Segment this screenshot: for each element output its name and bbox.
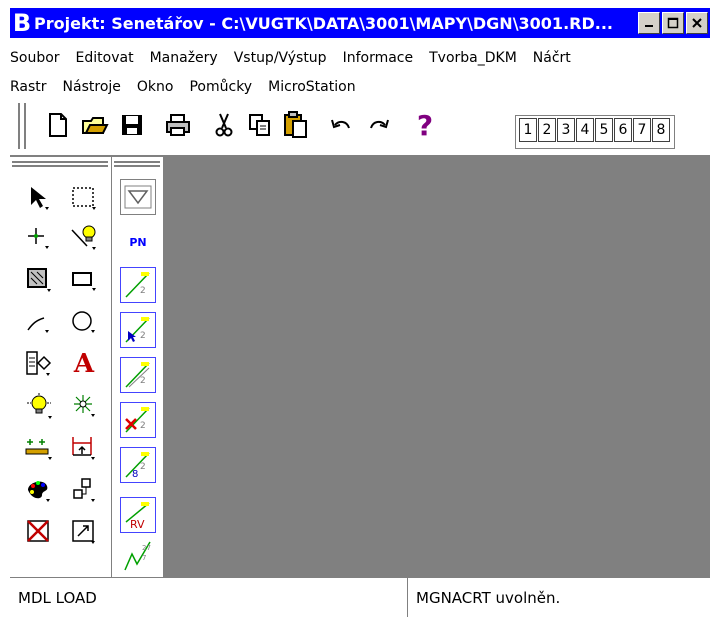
dimension-icon[interactable]	[20, 429, 58, 467]
attributes-palette-icon[interactable]	[20, 471, 58, 509]
new-file-icon[interactable]	[40, 107, 76, 143]
dkm-tool-palette: PN 2 2 2 2 82 RV 27 7	[112, 157, 162, 577]
close-button[interactable]	[686, 12, 708, 34]
menu-pomucky[interactable]: Pomůcky	[189, 79, 252, 95]
open-folder-icon[interactable]	[77, 107, 113, 143]
view-2-button[interactable]: 2	[538, 118, 556, 142]
arc-icon[interactable]	[20, 303, 58, 341]
maximize-button[interactable]	[662, 12, 684, 34]
dkm-line-select-icon[interactable]: 2	[120, 312, 156, 348]
dkm-line-outline-icon[interactable]: 2	[120, 357, 156, 393]
rv-label: RV	[130, 518, 145, 530]
manipulate-icon[interactable]	[65, 387, 103, 425]
place-point-icon[interactable]	[20, 219, 58, 257]
view-6-button[interactable]: 6	[614, 118, 632, 142]
copy-icon[interactable]	[242, 107, 278, 143]
dkm-polyline-icon[interactable]: 27 7	[120, 537, 156, 573]
menu-rastr[interactable]: Rastr	[10, 79, 47, 95]
help-icon[interactable]: ?	[407, 107, 443, 143]
menu-nastroje[interactable]: Nástroje	[63, 79, 121, 95]
cell-icon[interactable]	[20, 345, 58, 383]
view-3-button[interactable]: 3	[557, 118, 575, 142]
view-4-button[interactable]: 4	[576, 118, 594, 142]
dkm-rv-icon[interactable]: RV	[120, 497, 156, 533]
drawing-view[interactable]	[163, 157, 710, 577]
delete-element-icon[interactable]	[20, 513, 58, 551]
app-logo-icon: B	[12, 9, 32, 37]
svg-text:2: 2	[140, 286, 146, 296]
maximize-icon	[667, 17, 679, 29]
standard-toolbar: ? 1 2 3 4 5 6 7 8	[10, 95, 710, 157]
window-title: Projekt: Senetářov - C:\VUGTK\DATA\3001\…	[34, 13, 613, 33]
svg-text:2: 2	[140, 462, 146, 472]
print-icon[interactable]	[160, 107, 196, 143]
view-fit-icon[interactable]	[65, 513, 103, 551]
view-1-button[interactable]: 1	[519, 118, 537, 142]
palette-grip[interactable]	[114, 161, 160, 163]
menu-bar-row-1: Soubor Editovat Manažery Vstup/Výstup In…	[10, 44, 587, 72]
menu-okno[interactable]: Okno	[137, 79, 174, 95]
menu-tvorba-dkm[interactable]: Tvorba_DKM	[429, 50, 517, 66]
shape-fill-icon[interactable]	[20, 261, 58, 299]
menu-soubor[interactable]: Soubor	[10, 50, 60, 66]
palette-grip-line	[114, 165, 160, 167]
svg-text:8: 8	[132, 469, 138, 480]
minimize-button[interactable]	[638, 12, 660, 34]
bulb-measure-icon[interactable]	[20, 387, 58, 425]
menu-editovat[interactable]: Editovat	[76, 50, 134, 66]
pn-label[interactable]: PN	[120, 227, 156, 257]
title-bar: B Projekt: Senetářov - C:\VUGTK\DATA\300…	[10, 8, 710, 38]
fence-icon[interactable]	[65, 179, 103, 217]
view-8-button[interactable]: 8	[652, 118, 670, 142]
measure-distance-icon[interactable]	[65, 429, 103, 467]
menu-vstup-vystup[interactable]: Vstup/Výstup	[234, 50, 327, 66]
text-icon[interactable]: A	[65, 345, 103, 383]
view-buttons: 1 2 3 4 5 6 7 8	[515, 115, 675, 149]
select-element-icon[interactable]	[20, 179, 58, 217]
svg-text:7: 7	[142, 554, 146, 562]
redo-icon[interactable]	[360, 107, 396, 143]
circle-icon[interactable]	[65, 303, 103, 341]
save-icon[interactable]	[114, 107, 150, 143]
status-bar: MDL LOAD MGNACRT uvolněn.	[10, 577, 710, 617]
svg-text:2: 2	[140, 376, 146, 386]
cut-icon[interactable]	[206, 107, 242, 143]
minimize-icon	[645, 25, 653, 27]
view-5-button[interactable]: 5	[595, 118, 613, 142]
menu-manazery[interactable]: Manažery	[150, 50, 218, 66]
status-message-right: MGNACRT uvolněn.	[416, 588, 561, 607]
menu-microstation[interactable]: MicroStation	[268, 79, 355, 95]
close-icon	[692, 18, 702, 28]
status-message-left: MDL LOAD	[10, 578, 408, 617]
group-icon[interactable]	[65, 471, 103, 509]
snap-bulb-icon[interactable]	[65, 219, 103, 257]
menu-nacrt[interactable]: Náčrt	[533, 50, 571, 66]
svg-text:2: 2	[140, 331, 146, 341]
dkm-line-icon[interactable]: 2	[120, 267, 156, 303]
svg-text:27: 27	[142, 544, 151, 552]
main-tool-palette: A	[10, 157, 112, 577]
undo-icon[interactable]	[324, 107, 360, 143]
dkm-line-delete-icon[interactable]: 2	[120, 402, 156, 438]
rectangle-icon[interactable]	[65, 261, 103, 299]
dropdown-triangle-icon[interactable]	[120, 179, 156, 215]
paste-icon[interactable]	[278, 107, 314, 143]
view-7-button[interactable]: 7	[633, 118, 651, 142]
dkm-line-number-icon[interactable]: 82	[120, 447, 156, 483]
palette-grip-line	[12, 165, 108, 167]
toolbar-grip[interactable]	[18, 103, 26, 149]
palette-grip[interactable]	[12, 161, 108, 163]
svg-text:2: 2	[140, 421, 146, 431]
menu-informace[interactable]: Informace	[343, 50, 414, 66]
